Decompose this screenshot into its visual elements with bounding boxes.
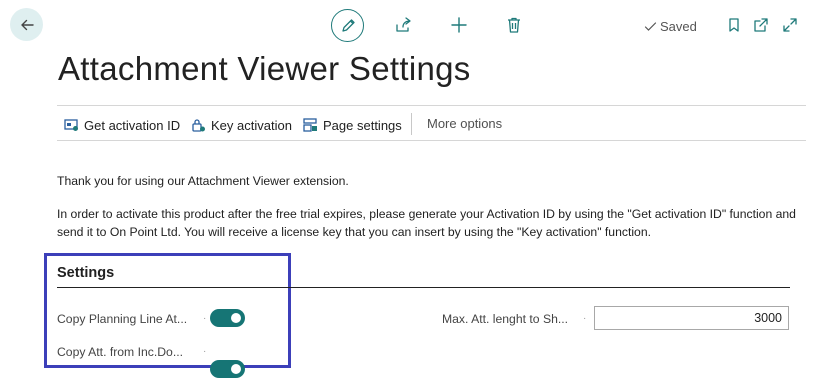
divider bbox=[57, 140, 806, 141]
copy-planning-line-label: Copy Planning Line At... bbox=[57, 312, 188, 326]
check-icon bbox=[644, 22, 657, 31]
section-divider bbox=[57, 287, 790, 288]
plus-icon bbox=[451, 17, 467, 33]
activation-instructions: In order to activate this product after … bbox=[57, 207, 796, 239]
action-label: Get activation ID bbox=[84, 117, 181, 133]
page-title: Attachment Viewer Settings bbox=[58, 50, 471, 87]
back-button[interactable] bbox=[10, 8, 43, 41]
copy-att-from-inc-label: Copy Att. from Inc.Do... bbox=[57, 345, 183, 359]
action-separator bbox=[411, 113, 412, 135]
max-att-length-input[interactable] bbox=[594, 306, 789, 330]
copy-planning-line-toggle[interactable] bbox=[210, 309, 245, 327]
key-activation-icon bbox=[192, 118, 205, 132]
section-title: Settings bbox=[57, 265, 115, 281]
bookmark-button[interactable] bbox=[723, 14, 745, 36]
trash-icon bbox=[508, 17, 520, 33]
field-indicator: · bbox=[203, 346, 207, 357]
expand-icon bbox=[783, 18, 797, 32]
saved-status: Saved bbox=[644, 19, 697, 34]
activation-id-icon bbox=[64, 119, 78, 131]
intro-text: Thank you for using our Attachment Viewe… bbox=[57, 174, 349, 188]
share-button[interactable] bbox=[392, 14, 414, 36]
edit-button[interactable] bbox=[331, 9, 364, 42]
more-options-button[interactable]: More options bbox=[427, 116, 502, 131]
open-in-new-icon bbox=[754, 18, 768, 32]
bookmark-icon bbox=[729, 18, 739, 32]
key-activation-action[interactable]: Key activation bbox=[191, 116, 292, 134]
action-label: Key activation bbox=[211, 117, 292, 133]
delete-button[interactable] bbox=[503, 14, 525, 36]
saved-label: Saved bbox=[660, 19, 697, 34]
divider bbox=[57, 105, 806, 106]
max-att-length-label: Max. Att. lenght to Sh... bbox=[442, 312, 569, 326]
copy-att-from-inc-toggle[interactable] bbox=[210, 360, 245, 378]
expand-button[interactable] bbox=[779, 14, 801, 36]
action-label: Page settings bbox=[323, 117, 402, 133]
arrow-left-icon bbox=[20, 19, 34, 30]
open-new-window-button[interactable] bbox=[750, 14, 772, 36]
pencil-icon bbox=[341, 18, 355, 32]
get-activation-id-action[interactable]: Get activation ID bbox=[64, 116, 180, 134]
page-settings-action[interactable]: Page settings bbox=[303, 116, 402, 134]
page-settings-icon bbox=[303, 118, 317, 132]
share-icon bbox=[396, 17, 411, 32]
new-button[interactable] bbox=[448, 14, 470, 36]
